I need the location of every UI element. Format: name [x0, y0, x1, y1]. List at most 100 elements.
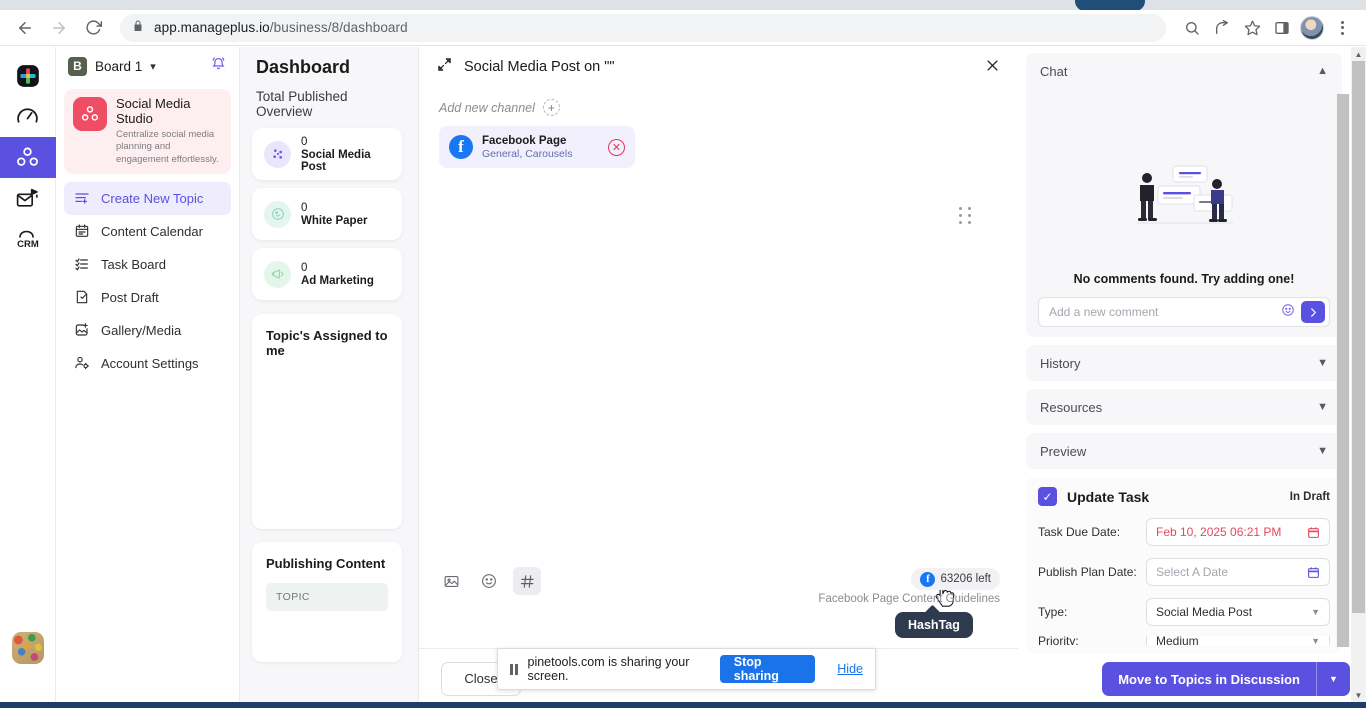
sidebar-item-post-draft[interactable]: Post Draft	[64, 281, 231, 314]
chevron-down-icon[interactable]: ▼	[1311, 607, 1320, 617]
chevron-up-icon[interactable]: ▲	[1317, 65, 1328, 77]
hide-link[interactable]: Hide	[837, 662, 863, 676]
chevron-down-icon[interactable]: ▼	[1311, 636, 1320, 645]
sidebar-item-gallery-media[interactable]: Gallery/Media	[64, 314, 231, 347]
type-select[interactable]: Social Media Post ▼	[1146, 598, 1330, 626]
page-scrollbar[interactable]: ▲ ▼	[1351, 47, 1366, 708]
assigned-topics-card: Topic's Assigned to me	[252, 314, 402, 529]
search-icon[interactable]	[1178, 14, 1206, 42]
left-nav-panel: B Board 1 ▾ Social Media Studio Centrali…	[56, 47, 240, 708]
scroll-down-arrow-icon[interactable]: ▼	[1351, 688, 1366, 702]
add-channel-row[interactable]: Add new channel +	[419, 87, 1018, 116]
remove-circle-icon[interactable]: ✕	[608, 138, 625, 156]
inner-scrollbar-thumb[interactable]	[1337, 94, 1349, 647]
send-icon[interactable]	[1301, 301, 1325, 323]
priority-select[interactable]: Medium ▼	[1146, 636, 1330, 645]
share-icon[interactable]	[1208, 14, 1236, 42]
side-panel-icon[interactable]	[1268, 14, 1296, 42]
chevron-down-icon[interactable]: ▼	[1317, 357, 1328, 369]
hashtag-tooltip: HashTag	[895, 612, 973, 638]
reload-icon[interactable]	[78, 13, 108, 43]
inner-scrollbar[interactable]	[1336, 94, 1350, 647]
comment-input[interactable]	[1049, 305, 1275, 319]
history-header[interactable]: History ▼	[1026, 345, 1342, 381]
stat-count: 0	[301, 135, 308, 148]
browser-toolbar: app.manageplus.io/business/8/dashboard	[0, 10, 1366, 46]
whitepaper-icon	[264, 200, 291, 228]
publish-plan-date-field[interactable]: Select A Date	[1146, 558, 1330, 586]
history-title: History	[1040, 355, 1081, 371]
calendar-icon[interactable]	[1307, 526, 1320, 539]
chat-body: No comments found. Try adding one!	[1026, 89, 1342, 337]
publishing-content-card: Publishing Content TOPIC	[252, 542, 402, 662]
stop-sharing-button[interactable]: Stop sharing	[719, 655, 816, 683]
megaphone-icon	[264, 260, 291, 288]
preview-section[interactable]: Preview ▼	[1026, 433, 1342, 469]
plus-icon[interactable]: +	[542, 99, 560, 116]
emoji-icon[interactable]	[475, 567, 503, 595]
comment-input-row[interactable]	[1038, 297, 1330, 327]
crm-icon[interactable]: CRM	[0, 219, 56, 260]
pause-icon[interactable]	[510, 663, 518, 675]
social-studio-icon[interactable]	[0, 137, 56, 178]
assigned-topics-title: Topic's Assigned to me	[266, 328, 388, 358]
move-to-topics-button[interactable]: Move to Topics in Discussion ▼	[1102, 662, 1350, 696]
toolbar-icons	[1178, 14, 1356, 42]
sidebar-item-content-calendar[interactable]: Content Calendar	[64, 215, 231, 248]
user-avatar[interactable]	[12, 632, 44, 664]
chevron-down-icon[interactable]: ▼	[1317, 401, 1328, 413]
emoji-icon[interactable]	[1281, 303, 1295, 322]
address-bar[interactable]: app.manageplus.io/business/8/dashboard	[120, 13, 1166, 42]
hashtag-icon[interactable]	[513, 567, 541, 595]
calendar-icon[interactable]	[1307, 566, 1320, 579]
back-arrow-icon[interactable]	[10, 13, 40, 43]
stat-count: 0	[301, 261, 308, 274]
priority-label: Priority:	[1038, 636, 1079, 645]
update-task-header: ✓ Update Task In Draft	[1038, 487, 1330, 506]
avatar[interactable]	[1298, 14, 1326, 42]
stat-card-social-media-post[interactable]: 0 Social Media Post	[252, 128, 402, 180]
publishing-topic-chip[interactable]: TOPIC	[266, 583, 388, 611]
expand-icon[interactable]	[437, 57, 452, 77]
campaign-mail-icon[interactable]	[0, 178, 56, 219]
image-icon[interactable]	[437, 567, 465, 595]
star-icon[interactable]	[1238, 14, 1266, 42]
kebab-menu-icon[interactable]	[1328, 14, 1356, 42]
update-task-title: Update Task	[1067, 488, 1150, 505]
notification-bell-icon[interactable]	[210, 55, 227, 77]
empty-chat-illustration	[1137, 165, 1233, 224]
chevron-down-icon[interactable]: ▼	[1316, 662, 1350, 696]
studio-card[interactable]: Social Media Studio Centralize social me…	[64, 89, 231, 174]
scroll-up-arrow-icon[interactable]: ▲	[1351, 47, 1366, 61]
board-name: Board 1	[95, 58, 143, 74]
content-guidelines-link[interactable]: Facebook Page Content Guidelines	[818, 593, 1000, 605]
resources-section[interactable]: Resources ▼	[1026, 389, 1342, 425]
stat-count: 0	[301, 201, 308, 214]
page-scrollbar-thumb[interactable]	[1352, 61, 1365, 613]
stat-card-ad-marketing[interactable]: 0 Ad Marketing	[252, 248, 402, 300]
modal-title: Social Media Post on ""	[464, 59, 615, 75]
apps-grid-icon[interactable]	[0, 55, 56, 96]
resources-header[interactable]: Resources ▼	[1026, 389, 1342, 425]
task-due-date-label: Task Due Date:	[1038, 525, 1121, 539]
task-due-date-field[interactable]: Feb 10, 2025 06:21 PM	[1146, 518, 1330, 546]
history-section[interactable]: History ▼	[1026, 345, 1342, 381]
board-selector[interactable]: B Board 1 ▾	[56, 47, 239, 85]
close-icon[interactable]	[985, 57, 1000, 78]
chevron-down-icon[interactable]: ▼	[1317, 445, 1328, 457]
sidebar-item-account-settings[interactable]: Account Settings	[64, 347, 231, 380]
stat-label: White Paper	[301, 214, 368, 227]
sidebar-item-task-board[interactable]: Task Board	[64, 248, 231, 281]
lock-icon	[132, 19, 144, 37]
stat-card-white-paper[interactable]: 0 White Paper	[252, 188, 402, 240]
task-due-date-row: Task Due Date: Feb 10, 2025 06:21 PM	[1038, 518, 1330, 546]
preview-header[interactable]: Preview ▼	[1026, 433, 1342, 469]
facebook-icon: f	[920, 571, 936, 587]
chat-header[interactable]: Chat ▲	[1026, 53, 1342, 89]
checkmark-icon[interactable]: ✓	[1038, 487, 1057, 506]
channel-chip-facebook-page[interactable]: f Facebook Page General, Carousels ✕	[439, 126, 635, 168]
post-content-editor[interactable]	[419, 222, 1019, 562]
sidebar-item-create-new-topic[interactable]: Create New Topic	[64, 181, 231, 215]
speedometer-icon[interactable]	[0, 96, 56, 137]
chevron-down-icon[interactable]: ▾	[150, 60, 156, 73]
